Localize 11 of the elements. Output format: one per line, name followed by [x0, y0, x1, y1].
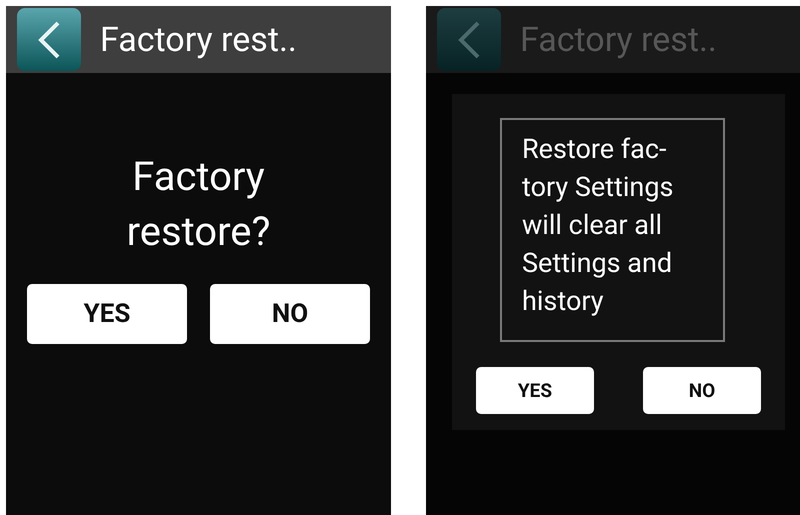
chevron-left-icon: [36, 20, 62, 60]
yes-button[interactable]: YES: [27, 284, 187, 344]
chevron-left-icon: [456, 20, 482, 60]
screen-title: Factory rest..: [100, 20, 297, 60]
screen-title: Factory rest..: [520, 20, 717, 60]
no-button[interactable]: NO: [210, 284, 370, 344]
question-text: Factory restore?: [126, 152, 272, 257]
warning-message: Restore fac-tory Settings will clear all Settings and history: [500, 118, 725, 342]
back-button[interactable]: [17, 8, 81, 71]
no-button[interactable]: NO: [643, 367, 761, 414]
yes-button[interactable]: YES: [476, 367, 594, 414]
